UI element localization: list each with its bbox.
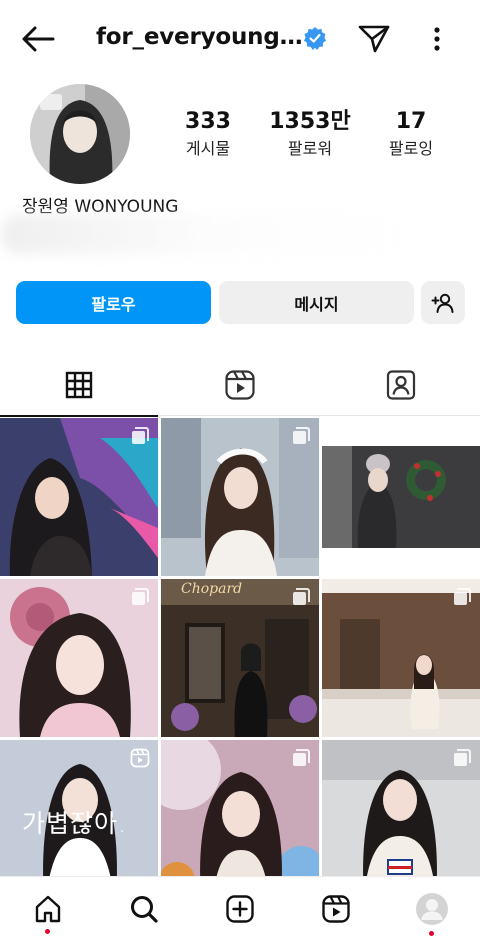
home-icon — [35, 895, 61, 923]
profile-avatar[interactable] — [30, 84, 130, 184]
nav-create[interactable] — [222, 891, 258, 927]
grid-post[interactable] — [161, 740, 319, 898]
create-plus-icon — [226, 895, 254, 923]
nav-profile[interactable] — [414, 891, 450, 936]
posts-count: 333 — [185, 109, 231, 134]
caption-text: 가볍잖아. — [22, 809, 127, 838]
grid-post[interactable] — [0, 579, 158, 737]
reels-icon — [225, 370, 255, 400]
blurred-bio — [0, 214, 420, 254]
posts-label: 게시물 — [185, 139, 231, 158]
tab-reels[interactable] — [161, 354, 319, 416]
grid-post[interactable]: 가볍잖아. — [0, 740, 158, 898]
direct-message-icon[interactable] — [357, 22, 391, 54]
carousel-icon — [293, 749, 310, 766]
carousel-icon — [293, 588, 310, 605]
grid-post[interactable] — [0, 418, 158, 576]
message-button[interactable]: 메시지 — [219, 281, 414, 324]
profile-actions: 팔로우 메시지 — [16, 281, 466, 325]
nav-home[interactable] — [30, 891, 66, 934]
carousel-icon — [454, 749, 471, 766]
following-label: 팔로잉 — [388, 139, 434, 158]
nav-search[interactable] — [126, 891, 162, 927]
follow-button[interactable]: 팔로우 — [16, 281, 211, 324]
grid-post[interactable] — [322, 418, 480, 576]
notification-dot — [45, 929, 50, 934]
grid-post[interactable]: Chopard — [161, 579, 319, 737]
grid-post[interactable] — [322, 740, 480, 898]
followers-label: 팔로워 — [287, 139, 333, 158]
verified-badge-icon — [304, 27, 326, 50]
brand-text: Chopard — [181, 581, 243, 597]
tagged-person-icon — [386, 370, 416, 400]
tab-grid[interactable] — [0, 354, 158, 417]
grid-post[interactable] — [322, 579, 480, 737]
carousel-icon — [454, 588, 471, 605]
following-stat[interactable]: 17 팔로잉 — [366, 108, 456, 160]
grid-post[interactable] — [161, 418, 319, 576]
top-bar: for_everyoung… — [0, 0, 480, 78]
carousel-icon — [454, 427, 471, 444]
reels-icon — [322, 895, 350, 923]
carousel-icon — [293, 427, 310, 444]
nav-reels[interactable] — [318, 891, 354, 927]
suggested-accounts-button[interactable] — [421, 281, 465, 324]
followers-count: 1353만 — [269, 109, 351, 134]
carousel-icon — [132, 588, 149, 605]
carousel-icon — [132, 427, 149, 444]
profile-handle: for_everyoung… — [96, 24, 303, 50]
back-arrow-icon[interactable] — [20, 24, 56, 54]
profile-tabs — [0, 354, 480, 417]
tab-tagged[interactable] — [322, 354, 480, 416]
notification-dot — [429, 931, 434, 936]
followers-stat[interactable]: 1353만 팔로워 — [265, 108, 355, 160]
more-options-icon[interactable] — [426, 24, 448, 54]
following-count: 17 — [395, 109, 427, 134]
reels-icon — [130, 748, 150, 768]
profile-stats: 333 게시물 1353만 팔로워 17 팔로잉 — [160, 108, 460, 168]
profile-avatar-icon — [416, 893, 448, 925]
add-person-icon — [431, 293, 454, 313]
posts-stat[interactable]: 333 게시물 — [163, 108, 253, 160]
bottom-navigation — [0, 876, 480, 941]
grid-icon — [65, 371, 93, 399]
search-icon — [131, 896, 158, 923]
